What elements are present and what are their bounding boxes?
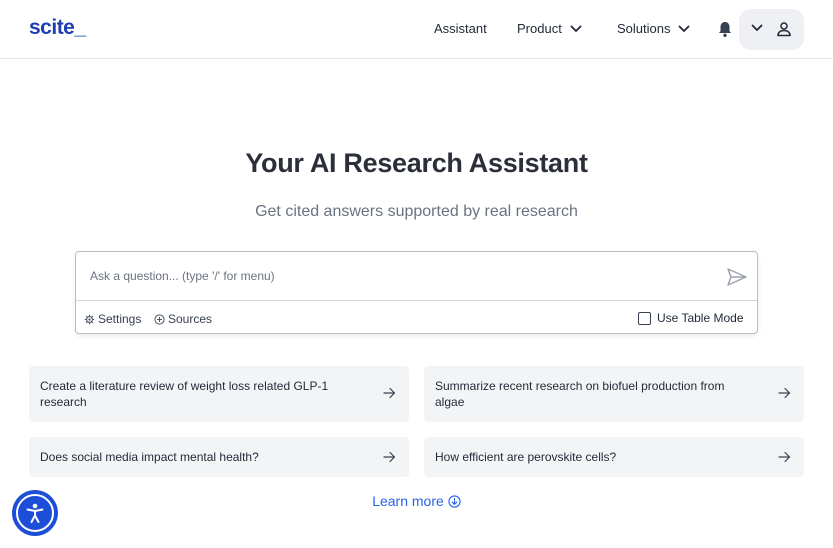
chevron-down-icon [679,25,690,32]
arrow-right-icon [383,387,396,399]
table-mode-toggle[interactable]: Use Table Mode [638,311,744,325]
table-mode-label: Use Table Mode [657,311,744,325]
suggestion-text: How efficient are perovskite cells? [435,450,617,464]
page-title: Your AI Research Assistant [245,148,588,178]
table-mode-checkbox[interactable] [638,311,651,325]
chevron-down-icon [751,24,763,31]
nav-product-label: Product [517,21,562,36]
nav-solutions[interactable]: Solutions [617,21,690,36]
nav-solutions-label: Solutions [617,21,671,36]
accessibility-icon [26,503,44,523]
sources-label: Sources [168,312,213,326]
gear-icon [84,314,95,324]
person-icon [777,22,791,37]
suggestion-text: Summarize recent research on biofuel pro… [435,379,725,409]
nav-assistant[interactable]: Assistant [434,21,487,36]
learn-more-label: Learn more [372,493,444,509]
ask-box: Settings Sources Use Table Mode [75,251,758,334]
arrow-right-icon [778,451,791,463]
suggestion-text: Does social media impact mental health? [40,450,259,464]
suggestion-text: Create a literature review of weight los… [40,379,329,409]
top-navbar: scite_ Assistant Product Solutions [0,0,833,59]
settings-label: Settings [98,312,142,326]
nav-product[interactable]: Product [517,21,582,36]
question-input[interactable] [76,252,757,301]
learn-more-link[interactable]: Learn more [0,493,833,509]
suggestion-card[interactable]: Create a literature review of weight los… [29,366,409,422]
user-menu-button[interactable] [739,9,804,50]
chevron-down-icon [570,25,582,32]
suggestion-card[interactable]: How efficient are perovskite cells? [424,437,804,477]
arrow-down-circle-icon [448,494,461,508]
arrow-right-icon [778,387,791,399]
suggestion-card[interactable]: Summarize recent research on biofuel pro… [424,366,804,422]
scite-logo[interactable]: scite_ [29,16,86,40]
bell-icon[interactable] [716,20,734,38]
sources-button[interactable]: Sources [154,312,212,326]
accessibility-button[interactable] [12,490,58,536]
plus-circle-icon [154,313,165,325]
suggestion-card[interactable]: Does social media impact mental health? [29,437,409,477]
send-icon[interactable] [726,266,748,288]
page-subtitle: Get cited answers supported by real rese… [255,203,578,220]
arrow-right-icon [383,451,396,463]
nav-assistant-label: Assistant [434,21,487,36]
settings-button[interactable]: Settings [84,312,141,326]
